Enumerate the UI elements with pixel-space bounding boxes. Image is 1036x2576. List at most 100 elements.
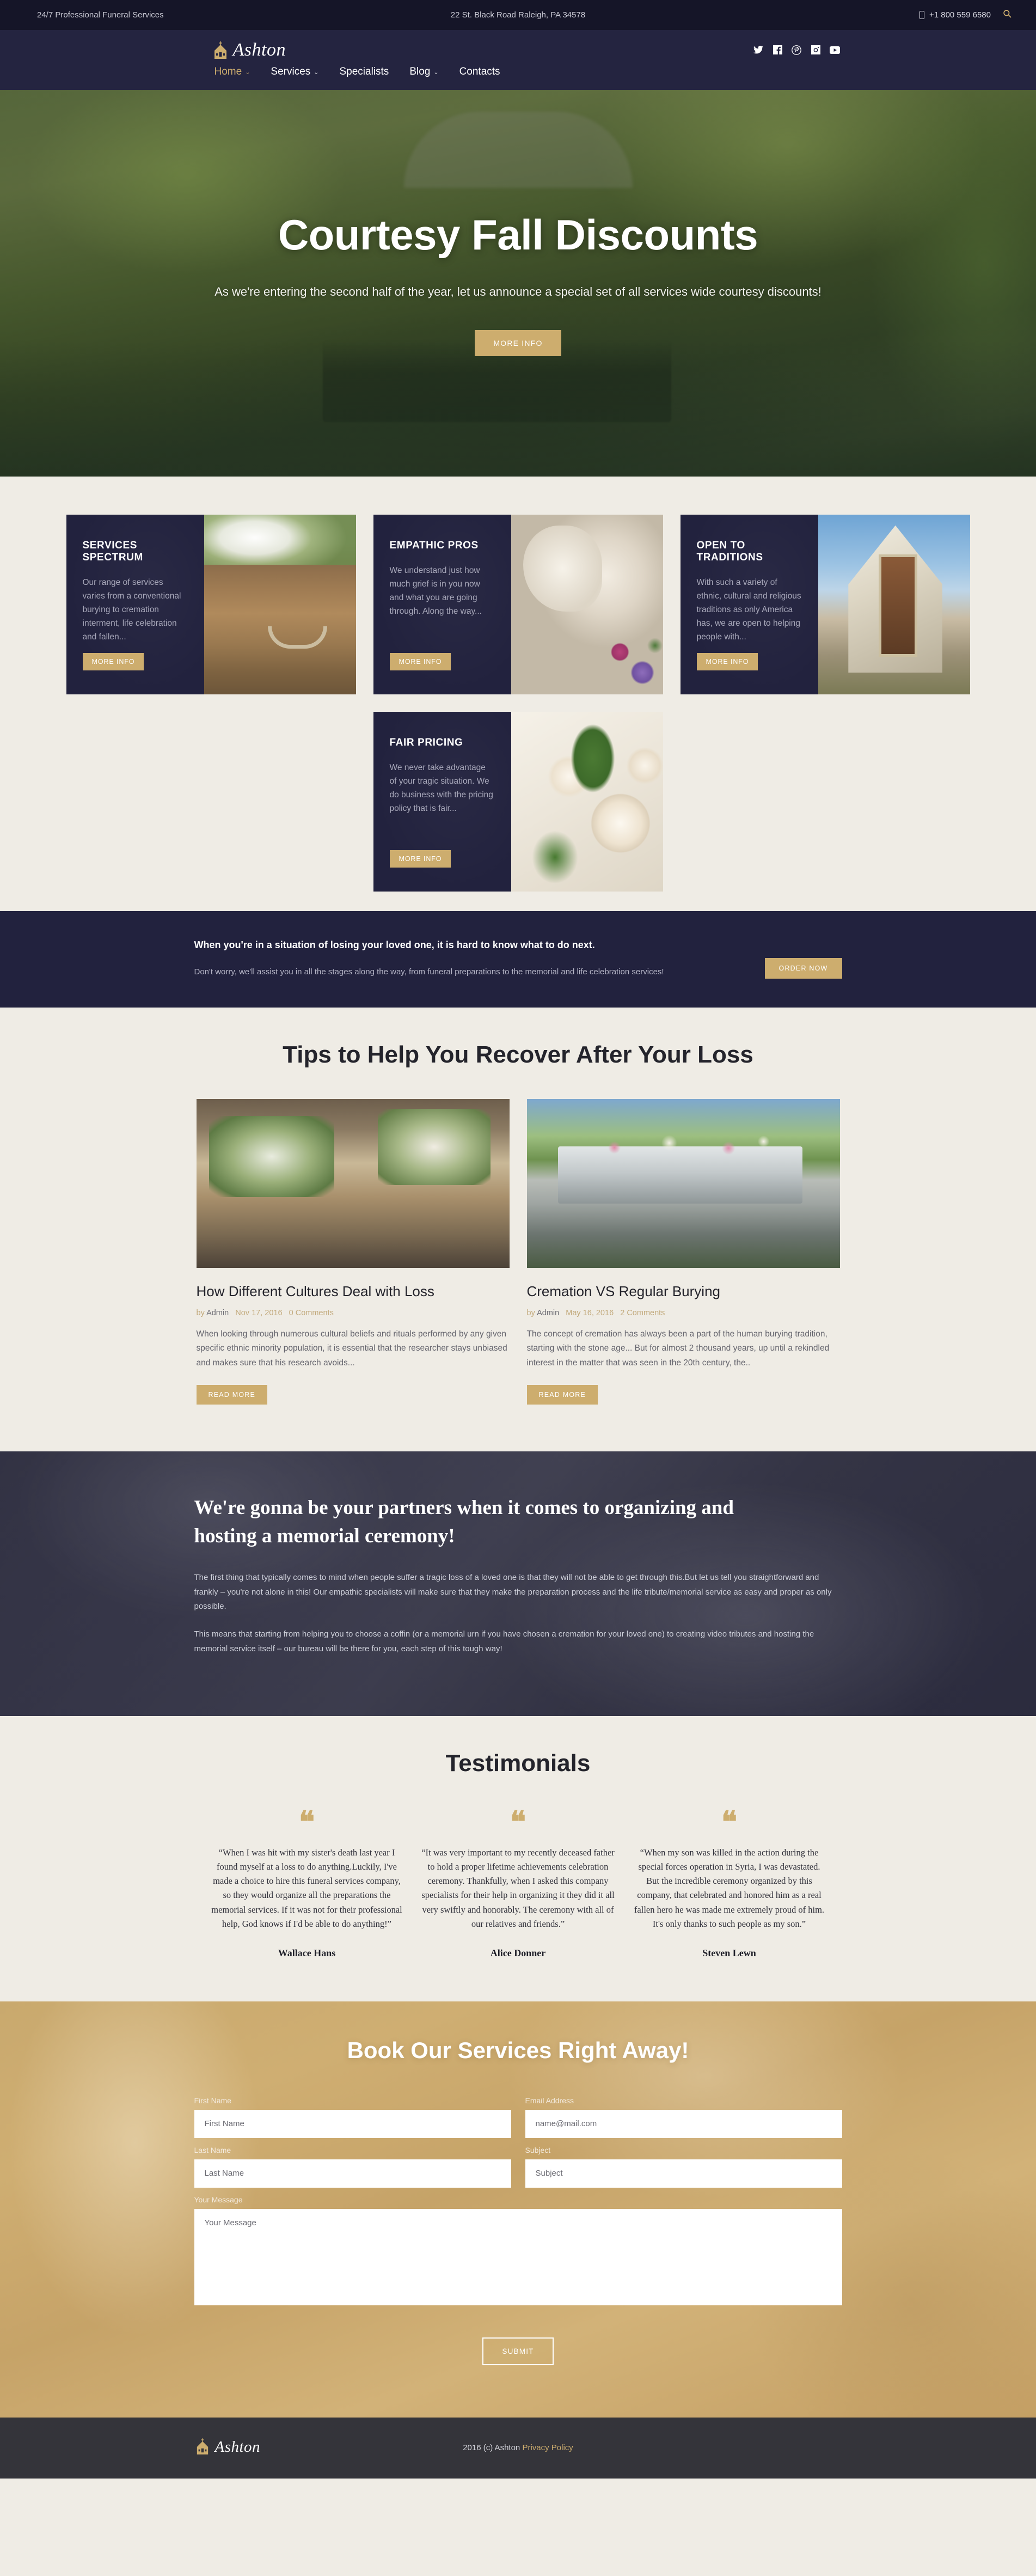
chevron-down-icon: ⌄ xyxy=(314,69,319,76)
phone-link[interactable]: +1 800 559 6580 xyxy=(919,10,991,20)
blog-post-meta: by Admin Nov 17, 2016 0 Comments xyxy=(197,1309,510,1317)
quote-icon: ❝ xyxy=(298,1806,315,1839)
nav-label-blog: Blog xyxy=(409,66,431,77)
service-card-title: SERVICES SPECTRUM xyxy=(82,540,143,563)
service-card-more-info-button[interactable]: MORE INFO xyxy=(389,653,451,670)
service-card-text: We never take advantage of your tragic s… xyxy=(389,763,493,814)
testimonial-author: Alice Donner xyxy=(490,1947,546,1958)
blog-section: Tips to Help You Recover After Your Loss… xyxy=(0,1007,1036,1451)
coffin-image xyxy=(204,515,356,694)
first-name-input[interactable] xyxy=(194,2109,511,2138)
testimonial-author: Wallace Hans xyxy=(278,1947,336,1958)
booking-title: Book Our Services Right Away! xyxy=(347,2037,689,2063)
blog-post-cremation-vs-regular-burying: Cremation VS Regular Burying by Admin Ma… xyxy=(526,1098,840,1405)
copyright-text: 2016 (c) Ashton xyxy=(463,2443,520,2452)
nav-item-blog[interactable]: Blog ⌄ xyxy=(409,66,438,78)
nav-label-contacts: Contacts xyxy=(459,66,500,77)
blog-post-author-prefix: by xyxy=(526,1308,535,1317)
testimonial-text: “When I was hit with my sister's death l… xyxy=(211,1847,402,1929)
blog-post-title[interactable]: How Different Cultures Deal with Loss xyxy=(197,1283,510,1300)
service-card-empathic-pros[interactable]: EMPATHIC PROS We understand just how muc… xyxy=(373,515,663,694)
service-card-text: With such a variety of ethnic, cultural … xyxy=(696,578,801,642)
first-name-label: First Name xyxy=(194,2096,231,2105)
service-card-services-spectrum[interactable]: SERVICES SPECTRUM Our range of services … xyxy=(66,515,356,694)
logo[interactable]: Ashton xyxy=(213,40,286,60)
flower-shop-image[interactable] xyxy=(196,1098,510,1268)
nav-item-home[interactable]: Home ⌄ xyxy=(214,66,250,78)
submit-button[interactable]: SUBMIT xyxy=(482,2337,554,2365)
testimonial-author: Steven Lewn xyxy=(702,1947,756,1958)
phone-number: +1 800 559 6580 xyxy=(929,10,991,20)
nav-label-services: Services xyxy=(271,66,311,77)
nav-item-specialists[interactable]: Specialists xyxy=(339,66,389,78)
main-nav: Home ⌄ Services ⌄ Specialists Blog ⌄ Con… xyxy=(214,66,500,78)
message-textarea[interactable] xyxy=(194,2208,842,2305)
partners-section: We're gonna be your partners when it com… xyxy=(0,1451,1036,1717)
service-card-more-info-button[interactable]: MORE INFO xyxy=(696,653,758,670)
testimonials-section: Testimonials ❝ “When I was hit with my s… xyxy=(0,1716,1036,2001)
twitter-icon[interactable] xyxy=(753,44,764,56)
quote-icon: ❝ xyxy=(510,1806,526,1839)
service-card-text: Our range of services varies from a conv… xyxy=(82,578,181,642)
service-card-title: EMPATHIC PROS xyxy=(389,540,479,551)
phone-icon xyxy=(919,11,924,19)
footer-logo[interactable]: Ashton xyxy=(196,2438,261,2456)
quote-icon: ❝ xyxy=(721,1806,738,1839)
privacy-policy-link[interactable]: Privacy Policy xyxy=(522,2443,573,2452)
service-card-open-to-traditions[interactable]: OPEN TO TRADITIONS With such a variety o… xyxy=(680,515,970,694)
pinterest-icon[interactable] xyxy=(791,44,802,56)
blog-read-more-button[interactable]: READ MORE xyxy=(526,1384,598,1405)
social-links xyxy=(753,44,841,56)
partners-paragraph-1: The first thing that typically comes to … xyxy=(194,1572,832,1611)
service-card-more-info-button[interactable]: MORE INFO xyxy=(389,850,451,868)
instagram-icon[interactable] xyxy=(810,44,822,56)
site-footer: Ashton 2016 (c) Ashton Privacy Policy xyxy=(0,2417,1036,2479)
services-section: SERVICES SPECTRUM Our range of services … xyxy=(0,477,1036,911)
roses-image xyxy=(511,712,663,892)
search-icon[interactable] xyxy=(1003,9,1012,21)
blog-post-excerpt: When looking through numerous cultural b… xyxy=(196,1329,507,1368)
partners-heading: We're gonna be your partners when it com… xyxy=(194,1496,734,1548)
church-icon xyxy=(196,2438,210,2456)
top-bar-tagline: 24/7 Professional Funeral Services xyxy=(37,10,164,20)
order-now-button[interactable]: ORDER NOW xyxy=(764,958,842,979)
service-card-fair-pricing[interactable]: FAIR PRICING We never take advantage of … xyxy=(373,712,663,892)
hero-more-info-button[interactable]: MORE INFO xyxy=(475,329,561,356)
blog-post-how-different-cultures-deal-with-loss: How Different Cultures Deal with Loss by… xyxy=(196,1098,510,1405)
logo-text: Ashton xyxy=(232,40,286,60)
top-bar-right: +1 800 559 6580 xyxy=(919,9,1012,21)
blog-post-comments: 2 Comments xyxy=(620,1308,665,1317)
blog-post-title[interactable]: Cremation VS Regular Burying xyxy=(527,1283,840,1300)
service-card-more-info-button[interactable]: MORE INFO xyxy=(82,653,144,670)
blog-read-more-button[interactable]: READ MORE xyxy=(196,1384,268,1405)
footer-logo-text: Ashton xyxy=(214,2438,261,2456)
service-card-text: We understand just how much grief is in … xyxy=(389,566,482,616)
subject-input[interactable] xyxy=(525,2159,842,2188)
email-input[interactable] xyxy=(525,2109,842,2138)
testimonials-title: Testimonials xyxy=(445,1750,591,1777)
nav-item-services[interactable]: Services ⌄ xyxy=(271,66,318,78)
hero-subtitle: As we're entering the second half of the… xyxy=(214,285,822,299)
cta-heading: When you're in a situation of losing you… xyxy=(194,939,595,950)
casket-image[interactable] xyxy=(526,1098,840,1268)
last-name-input[interactable] xyxy=(194,2159,511,2188)
youtube-icon[interactable] xyxy=(829,44,841,56)
blog-section-title: Tips to Help You Recover After Your Loss xyxy=(283,1041,753,1068)
church-icon xyxy=(213,41,228,59)
service-card-title: OPEN TO TRADITIONS xyxy=(696,540,763,563)
nav-item-contacts[interactable]: Contacts xyxy=(459,66,500,78)
site-header: Ashton Home ⌄ Services ⌄ Specialists Blo… xyxy=(0,30,1036,90)
chevron-down-icon: ⌄ xyxy=(245,69,250,76)
blog-post-comments: 0 Comments xyxy=(289,1308,334,1317)
facebook-icon[interactable] xyxy=(772,44,783,56)
blog-post-author: Admin xyxy=(206,1308,229,1317)
testimonial-text: “When my son was killed in the action du… xyxy=(634,1847,825,1929)
hero-title: Courtesy Fall Discounts xyxy=(278,211,758,259)
booking-section: Book Our Services Right Away! First Name… xyxy=(0,2001,1036,2418)
cta-text: Don't worry, we'll assist you in all the… xyxy=(194,967,664,976)
blog-post-date: Nov 17, 2016 xyxy=(235,1308,283,1317)
cta-banner: When you're in a situation of losing you… xyxy=(0,911,1036,1008)
hero-arch-decor xyxy=(403,112,633,188)
testimonial-text: “It was very important to my recently de… xyxy=(421,1847,615,1929)
message-label: Your Message xyxy=(194,2195,243,2204)
